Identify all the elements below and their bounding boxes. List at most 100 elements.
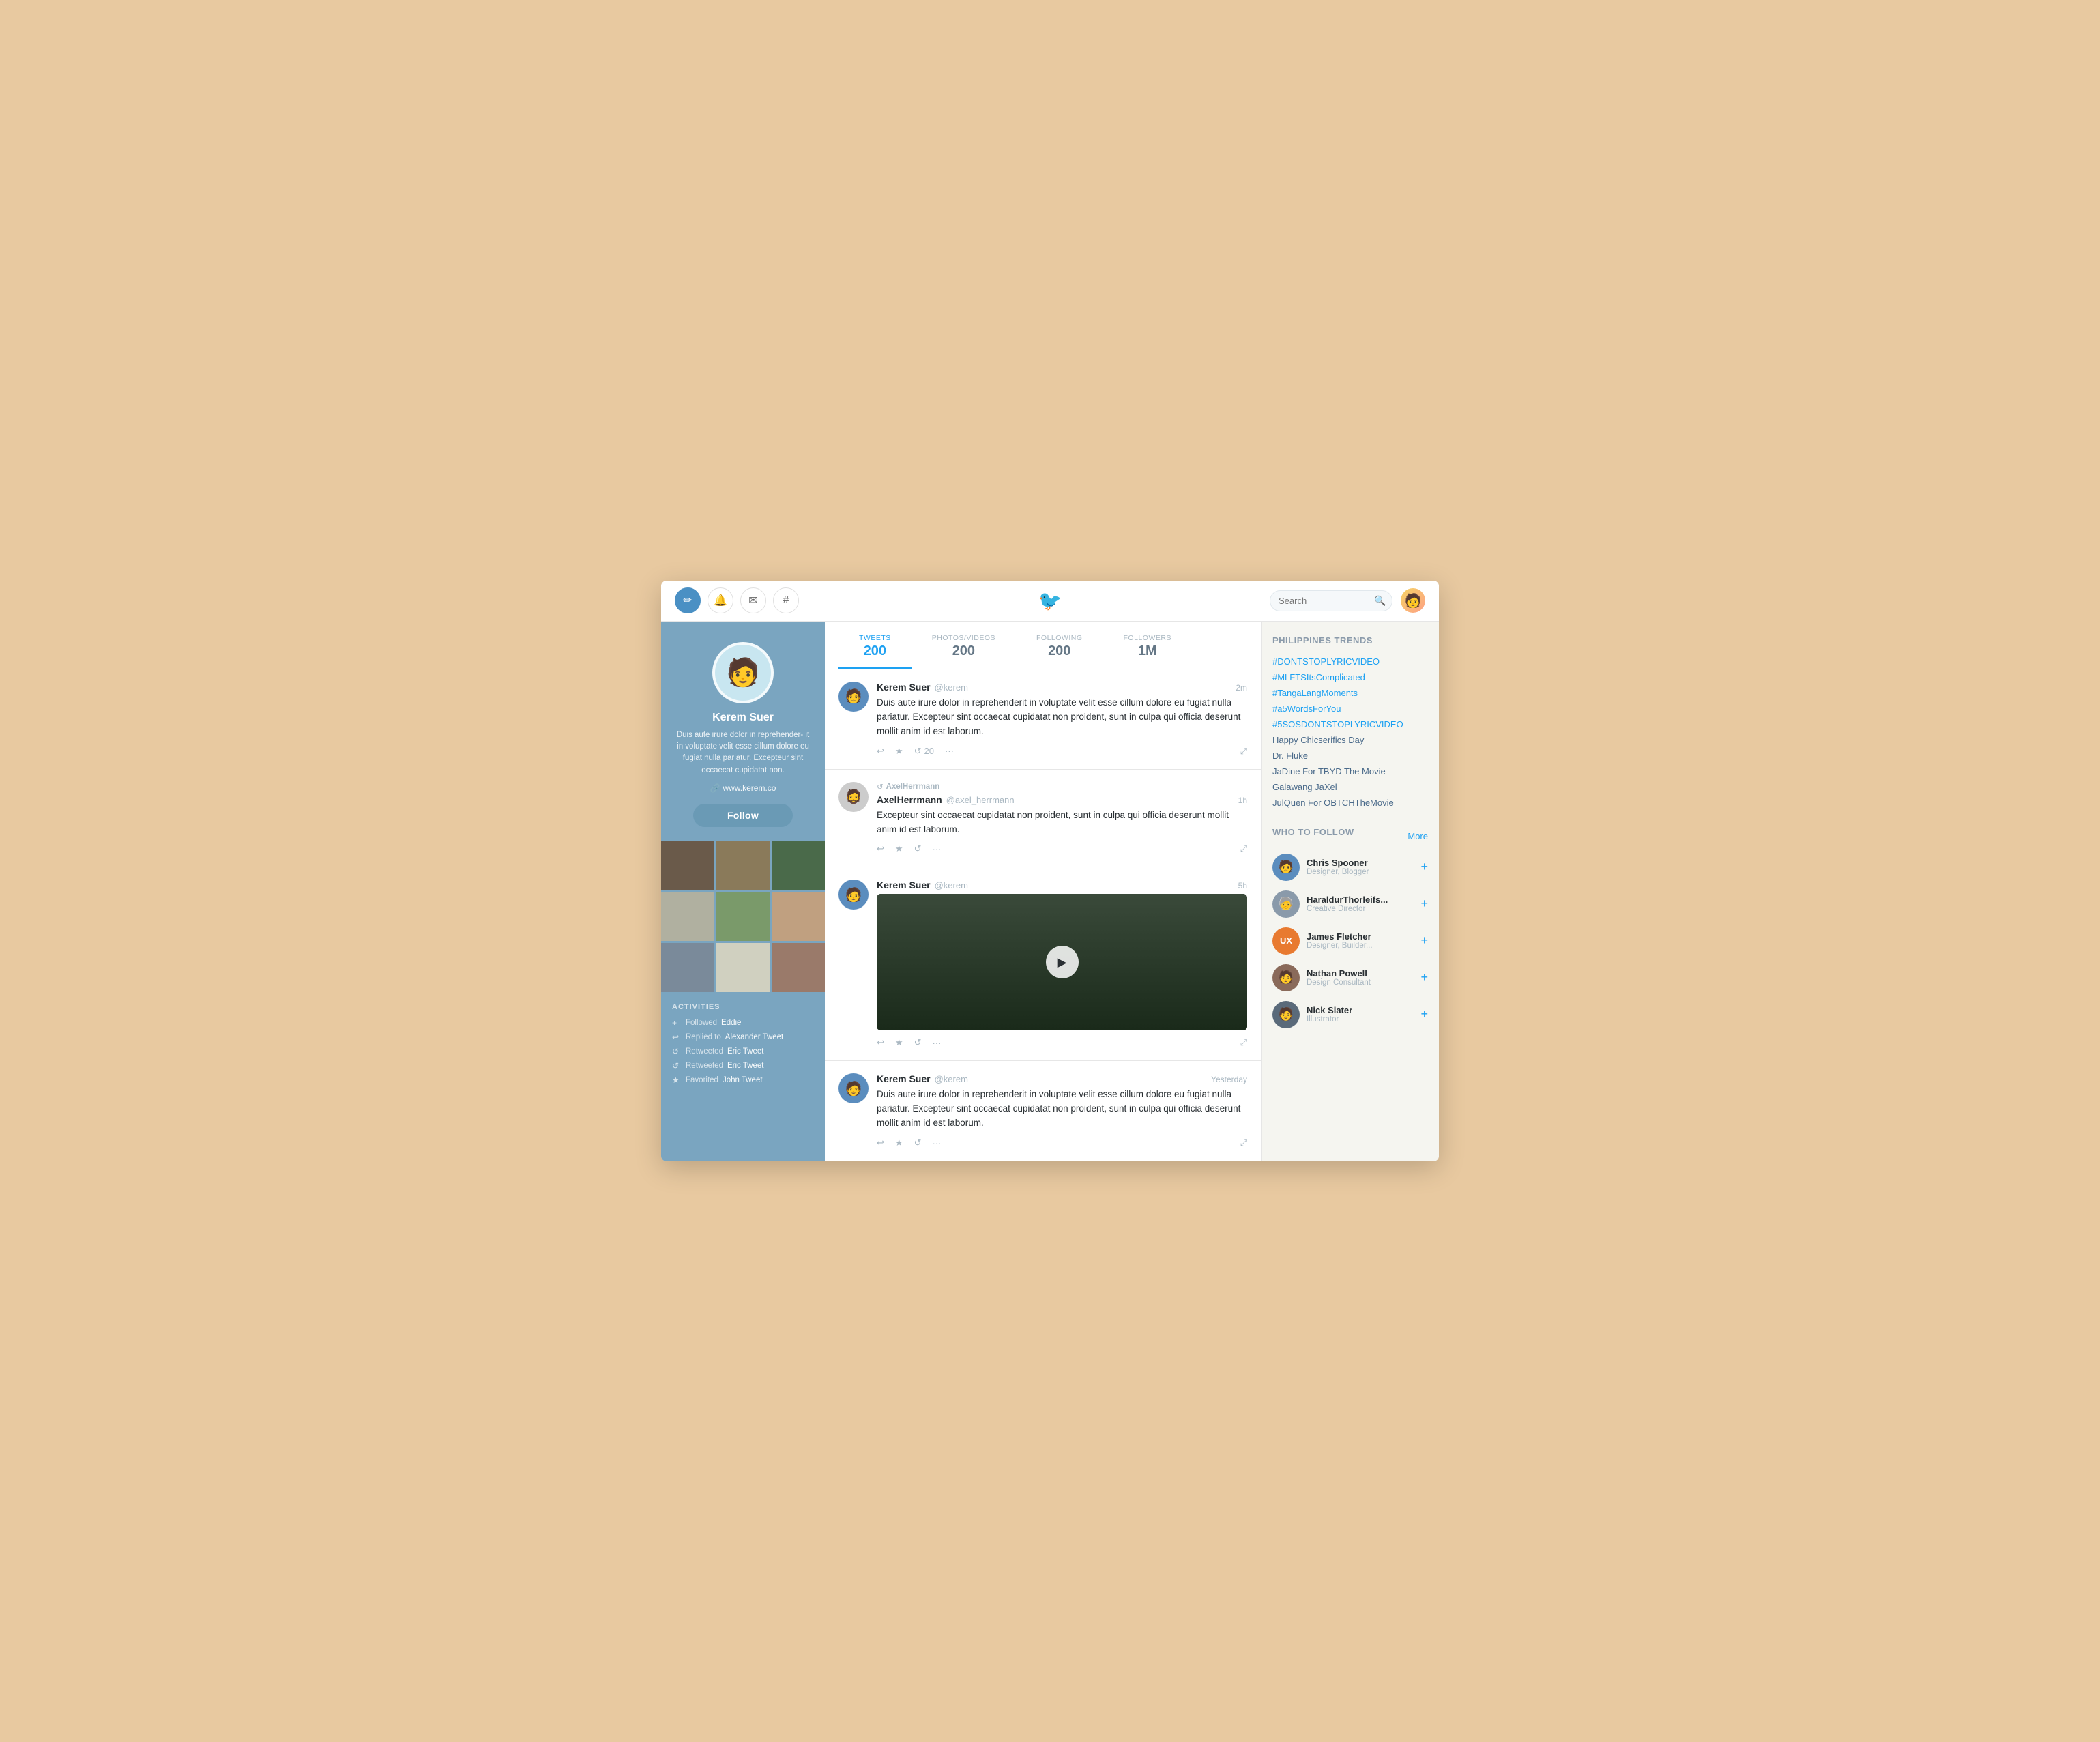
- photo-cell[interactable]: [772, 841, 825, 890]
- photo-cell[interactable]: [716, 943, 770, 992]
- expand-icon[interactable]: ⤢: [1240, 746, 1247, 757]
- tab-tweets[interactable]: TWEETS 200: [838, 622, 912, 669]
- tab-followers-count: 1M: [1124, 643, 1171, 659]
- user-avatar-nav[interactable]: 🧑: [1401, 588, 1425, 613]
- retweet-button[interactable]: ↺: [914, 843, 922, 854]
- who-to-follow-header: WHO TO FOLLOW More: [1272, 827, 1428, 845]
- tweet-video[interactable]: ▶: [877, 894, 1247, 1030]
- photo-cell[interactable]: [661, 892, 714, 941]
- tweet-name[interactable]: AxelHerrmann: [877, 794, 942, 805]
- photo-cell[interactable]: [661, 841, 714, 890]
- activity-link-alexander[interactable]: Alexander Tweet: [725, 1033, 783, 1041]
- activity-link-eric1[interactable]: Eric Tweet: [727, 1047, 763, 1056]
- avatar: 🧑: [712, 642, 774, 703]
- tweet-avatar[interactable]: 🧑: [838, 682, 869, 712]
- tweet-handle[interactable]: @kerem: [935, 1074, 968, 1084]
- reply-button[interactable]: ↩: [877, 1037, 884, 1048]
- follow-button[interactable]: Follow: [693, 804, 793, 827]
- notifications-button[interactable]: 🔔: [708, 587, 733, 613]
- favorite-button[interactable]: ★: [895, 746, 903, 757]
- tab-followers[interactable]: FOLLOWERS 1M: [1103, 622, 1192, 669]
- photo-cell[interactable]: [772, 892, 825, 941]
- suggest-desc: Designer, Blogger: [1307, 868, 1414, 876]
- retweet-button[interactable]: ↺: [914, 1037, 922, 1048]
- add-follow-button[interactable]: +: [1420, 1007, 1428, 1021]
- activity-link-eddie[interactable]: Eddie: [721, 1019, 741, 1027]
- add-follow-button[interactable]: +: [1420, 933, 1428, 948]
- tab-photos-videos[interactable]: PHOTOS/VIDEOS 200: [912, 622, 1016, 669]
- wtf-more-link[interactable]: More: [1408, 831, 1428, 841]
- add-follow-button[interactable]: +: [1420, 860, 1428, 874]
- tweet-name[interactable]: Kerem Suer: [877, 1073, 931, 1084]
- add-follow-button[interactable]: +: [1420, 970, 1428, 985]
- trend-item[interactable]: JaDine For TBYD The Movie: [1272, 764, 1428, 779]
- photo-grid: [661, 841, 825, 992]
- tab-following[interactable]: FOLLOWING 200: [1016, 622, 1103, 669]
- photo-cell[interactable]: [661, 943, 714, 992]
- trend-item[interactable]: #MLFTSItsComplicated: [1272, 669, 1428, 685]
- explore-button[interactable]: #: [773, 587, 799, 613]
- retweet-button[interactable]: ↺: [914, 1137, 922, 1148]
- suggest-desc: Design Consultant: [1307, 978, 1414, 987]
- tweet-handle[interactable]: @axel_herrmann: [946, 795, 1015, 805]
- trend-item[interactable]: Dr. Fluke: [1272, 748, 1428, 764]
- expand-icon[interactable]: ⤢: [1240, 1137, 1247, 1148]
- trend-item[interactable]: Galawang JaXel: [1272, 779, 1428, 795]
- tweet-avatar[interactable]: 🧑: [838, 880, 869, 910]
- suggest-info: HaraldurThorleifs... Creative Director: [1307, 895, 1414, 913]
- follow-suggestion: UX James Fletcher Designer, Builder... +: [1272, 927, 1428, 955]
- photo-cell[interactable]: [716, 841, 770, 890]
- tweet-name[interactable]: Kerem Suer: [877, 682, 931, 693]
- tweet-handle[interactable]: @kerem: [935, 880, 968, 890]
- main-layout: 🧑 Kerem Suer Duis aute irure dolor in re…: [661, 622, 1439, 1161]
- trend-item[interactable]: #5SOSDONTSTOPLYRICVIDEO: [1272, 716, 1428, 732]
- trend-item[interactable]: #DONTSTOPLYRICVIDEO: [1272, 654, 1428, 669]
- search-input[interactable]: [1279, 596, 1374, 606]
- reply-button[interactable]: ↩: [877, 1137, 884, 1148]
- tweet-avatar[interactable]: 🧑: [838, 1073, 869, 1103]
- photo-cell[interactable]: [772, 943, 825, 992]
- activity-link-john[interactable]: John Tweet: [723, 1076, 763, 1084]
- profile-url[interactable]: www.kerem.co: [723, 783, 776, 793]
- favorite-button[interactable]: ★: [895, 843, 903, 854]
- activity-text: Retweeted: [686, 1062, 723, 1070]
- trend-item[interactable]: #a5WordsForYou: [1272, 701, 1428, 716]
- more-button[interactable]: ···: [932, 844, 941, 854]
- tweet-text: Duis aute irure dolor in reprehenderit i…: [877, 1088, 1247, 1131]
- expand-icon[interactable]: ⤢: [1240, 1037, 1247, 1048]
- reply-button[interactable]: ↩: [877, 746, 884, 757]
- expand-icon[interactable]: ⤢: [1240, 843, 1247, 854]
- more-button[interactable]: ···: [945, 746, 954, 756]
- favorite-button[interactable]: ★: [895, 1137, 903, 1148]
- activity-item: + Followed Eddie: [672, 1018, 814, 1028]
- more-button[interactable]: ···: [932, 1138, 941, 1148]
- tab-following-count: 200: [1036, 643, 1083, 659]
- sidebar: 🧑 Kerem Suer Duis aute irure dolor in re…: [661, 622, 825, 1161]
- activity-item: ★ Favorited John Tweet: [672, 1075, 814, 1085]
- search-box[interactable]: 🔍: [1270, 590, 1392, 611]
- add-follow-button[interactable]: +: [1420, 897, 1428, 911]
- tweet-avatar[interactable]: 🧔: [838, 782, 869, 812]
- activity-link-eric2[interactable]: Eric Tweet: [727, 1062, 763, 1070]
- app-window: ✏ 🔔 ✉ # 🐦 🔍 🧑 🧑 Kerem Suer Duis aute iru…: [661, 581, 1439, 1161]
- tweet-time: 5h: [1238, 881, 1247, 890]
- tweet-body: Kerem Suer @kerem 5h ▶ ↩ ★ ↺ ···: [877, 880, 1247, 1048]
- tweet-time: 1h: [1238, 796, 1247, 805]
- play-button[interactable]: ▶: [1046, 946, 1079, 978]
- reply-button[interactable]: ↩: [877, 843, 884, 854]
- suggest-avatar: 🧑: [1272, 1001, 1300, 1028]
- favorite-button[interactable]: ★: [895, 1037, 903, 1048]
- compose-button[interactable]: ✏: [675, 587, 701, 613]
- suggest-name: HaraldurThorleifs...: [1307, 895, 1414, 905]
- retweet-button[interactable]: ↺ 20: [914, 746, 934, 757]
- trend-item[interactable]: JulQuen For OBTCHTheMovie: [1272, 795, 1428, 811]
- more-button[interactable]: ···: [932, 1038, 941, 1048]
- photo-cell[interactable]: [716, 892, 770, 941]
- tweet-name[interactable]: Kerem Suer: [877, 880, 931, 890]
- trend-item[interactable]: #TangaLangMoments: [1272, 685, 1428, 701]
- messages-button[interactable]: ✉: [740, 587, 766, 613]
- tweet-actions: ↩ ★ ↺ ··· ⤢: [877, 1037, 1247, 1048]
- top-nav: ✏ 🔔 ✉ # 🐦 🔍 🧑: [661, 581, 1439, 622]
- tweet-handle[interactable]: @kerem: [935, 682, 968, 693]
- trend-item[interactable]: Happy Chicserifics Day: [1272, 732, 1428, 748]
